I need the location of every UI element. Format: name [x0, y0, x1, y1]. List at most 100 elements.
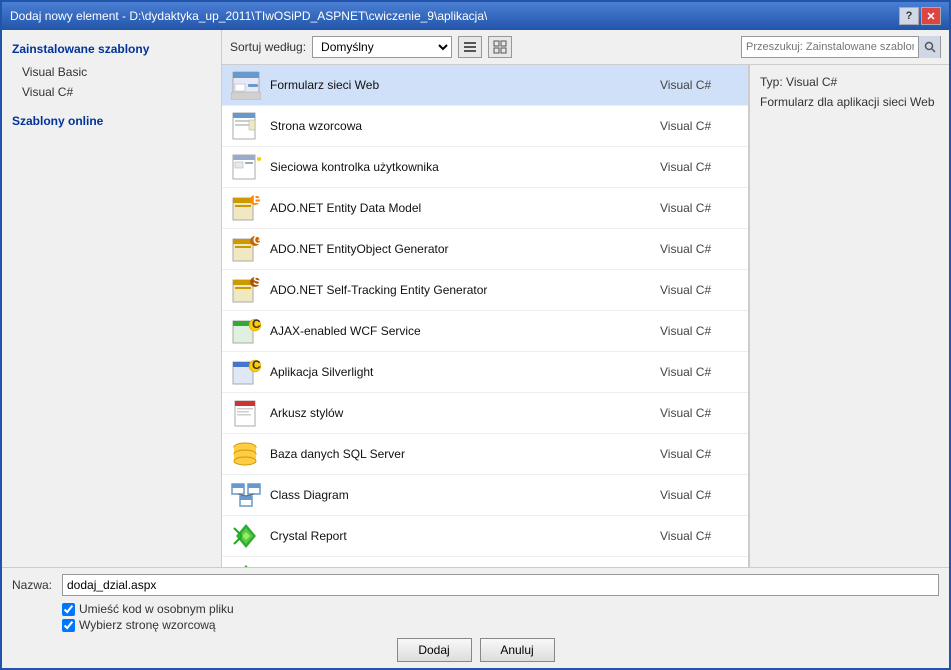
template-type-5: Visual C# — [660, 283, 740, 297]
template-type-4: Visual C# — [660, 242, 740, 256]
checkbox-separate-code-label: Umieść kod w osobnym pliku — [79, 602, 234, 616]
info-type-value: Visual C# — [786, 75, 837, 89]
sidebar: Zainstalowane szablony Visual Basic Visu… — [2, 30, 222, 567]
checkbox-separate-code[interactable]: Umieść kod w osobnym pliku — [62, 602, 939, 616]
content-area: Formularz sieci Web Visual C# — [222, 65, 949, 567]
template-name-3: ADO.NET Entity Data Model — [270, 201, 660, 215]
table-row[interactable]: C# Aplikacja Silverlight Visual C# — [222, 352, 748, 393]
sort-label: Sortuj według: — [230, 40, 306, 54]
close-button[interactable]: ✕ — [921, 7, 941, 25]
ado-entity-gen-icon: G — [231, 235, 261, 263]
template-icon-ajax-wcf: C# — [230, 315, 262, 347]
template-icon-user-control — [230, 151, 262, 183]
name-label: Nazwa: — [12, 578, 62, 592]
web-form-icon — [231, 70, 261, 100]
table-row[interactable]: S ADO.NET Self-Tracking Entity Generator… — [222, 270, 748, 311]
template-icon-web-form — [230, 69, 262, 101]
sidebar-item-vb[interactable]: Visual Basic — [2, 62, 221, 82]
list-view-icon — [463, 40, 477, 54]
template-icon-master-page — [230, 110, 262, 142]
ado-entity-icon: E — [231, 194, 261, 222]
main-content: Zainstalowane szablony Visual Basic Visu… — [2, 30, 949, 567]
add-button[interactable]: Dodaj — [397, 638, 472, 662]
template-name-9: Baza danych SQL Server — [270, 447, 660, 461]
template-icon-stylesheet — [230, 397, 262, 429]
info-description: Formularz dla aplikacji sieci Web — [760, 95, 939, 109]
sidebar-installed-header: Zainstalowane szablony — [2, 38, 221, 62]
template-icon-ado-entity: E — [230, 192, 262, 224]
template-icon-sql-server — [230, 438, 262, 470]
template-type-3: Visual C# — [660, 201, 740, 215]
table-row[interactable]: Arkusz stylów Visual C# — [222, 393, 748, 434]
table-row[interactable]: Class Diagram Visual C# — [222, 475, 748, 516]
user-control-icon — [231, 153, 261, 181]
table-row[interactable]: Crystal Report Visual C# — [222, 557, 748, 567]
template-name-10: Class Diagram — [270, 488, 660, 502]
title-bar: Dodaj nowy element - D:\dydaktyka_up_201… — [2, 2, 949, 30]
template-name-2: Sieciowa kontrolka użytkownika — [270, 160, 660, 174]
cancel-button[interactable]: Anuluj — [480, 638, 555, 662]
svg-text:C#: C# — [252, 358, 261, 372]
name-row: Nazwa: — [12, 574, 939, 596]
sidebar-item-vc[interactable]: Visual C# — [2, 82, 221, 102]
template-type-2: Visual C# — [660, 160, 740, 174]
info-type-line: Typ: Visual C# — [760, 75, 939, 89]
template-type-6: Visual C# — [660, 324, 740, 338]
template-name-0: Formularz sieci Web — [270, 78, 660, 92]
dialog: Dodaj nowy element - D:\dydaktyka_up_201… — [0, 0, 951, 670]
template-icon-ado-self-track: S — [230, 274, 262, 306]
search-icon — [924, 41, 936, 53]
table-row[interactable]: Crystal Report Visual C# — [222, 516, 748, 557]
ado-self-track-icon: S — [231, 276, 261, 304]
template-type-11: Visual C# — [660, 529, 740, 543]
table-row[interactable]: Baza danych SQL Server Visual C# — [222, 434, 748, 475]
search-button[interactable] — [918, 36, 940, 58]
info-type-label: Typ: — [760, 75, 783, 89]
table-row[interactable]: C# AJAX-enabled WCF Service Visual C# — [222, 311, 748, 352]
search-box — [741, 36, 941, 58]
filename-input[interactable] — [62, 574, 939, 596]
table-row[interactable]: Sieciowa kontrolka użytkownika Visual C# — [222, 147, 748, 188]
template-icon-crystal-report-1 — [230, 520, 262, 552]
stylesheet-icon — [231, 399, 261, 427]
sql-server-icon — [231, 440, 261, 468]
template-type-10: Visual C# — [660, 488, 740, 502]
table-row[interactable]: Strona wzorcowa Visual C# — [222, 106, 748, 147]
template-list: Formularz sieci Web Visual C# — [222, 65, 749, 567]
buttons-row: Dodaj Anuluj — [12, 638, 939, 662]
template-icon-class-diagram — [230, 479, 262, 511]
svg-text:G: G — [253, 235, 261, 247]
silverlight-icon: C# — [231, 358, 261, 386]
template-name-5: ADO.NET Self-Tracking Entity Generator — [270, 283, 660, 297]
grid-view-icon — [493, 40, 507, 54]
master-page-icon — [231, 112, 261, 140]
checkbox-separate-code-input[interactable] — [62, 603, 75, 616]
table-row[interactable]: E ADO.NET Entity Data Model Visual C# — [222, 188, 748, 229]
template-name-6: AJAX-enabled WCF Service — [270, 324, 660, 338]
template-icon-ado-entity-gen: G — [230, 233, 262, 265]
checkboxes-row: Umieść kod w osobnym pliku Wybierz stron… — [12, 602, 939, 632]
svg-text:E: E — [253, 194, 261, 206]
template-type-0: Visual C# — [660, 78, 740, 92]
checkbox-master-page-label: Wybierz stronę wzorcową — [79, 618, 216, 632]
template-type-7: Visual C# — [660, 365, 740, 379]
template-name-4: ADO.NET EntityObject Generator — [270, 242, 660, 256]
template-type-8: Visual C# — [660, 406, 740, 420]
help-button[interactable]: ? — [899, 7, 919, 25]
view-grid-button[interactable] — [488, 36, 512, 58]
ajax-wcf-icon: C# — [231, 317, 261, 345]
view-list-button[interactable] — [458, 36, 482, 58]
toolbar: Sortuj według: Domyślny — [222, 30, 949, 65]
table-row[interactable]: Formularz sieci Web Visual C# — [222, 65, 748, 106]
checkbox-master-page-input[interactable] — [62, 619, 75, 632]
sort-select[interactable]: Domyślny — [312, 36, 452, 58]
search-input[interactable] — [742, 39, 918, 55]
template-name-11: Crystal Report — [270, 529, 660, 543]
title-bar-buttons: ? ✕ — [899, 7, 941, 25]
svg-text:C#: C# — [252, 317, 261, 331]
table-row[interactable]: G ADO.NET EntityObject Generator Visual … — [222, 229, 748, 270]
right-panel: Sortuj według: Domyślny — [222, 30, 949, 567]
checkbox-master-page[interactable]: Wybierz stronę wzorcową — [62, 618, 939, 632]
dialog-title: Dodaj nowy element - D:\dydaktyka_up_201… — [10, 9, 487, 23]
sidebar-online-header[interactable]: Szablony online — [2, 110, 221, 134]
